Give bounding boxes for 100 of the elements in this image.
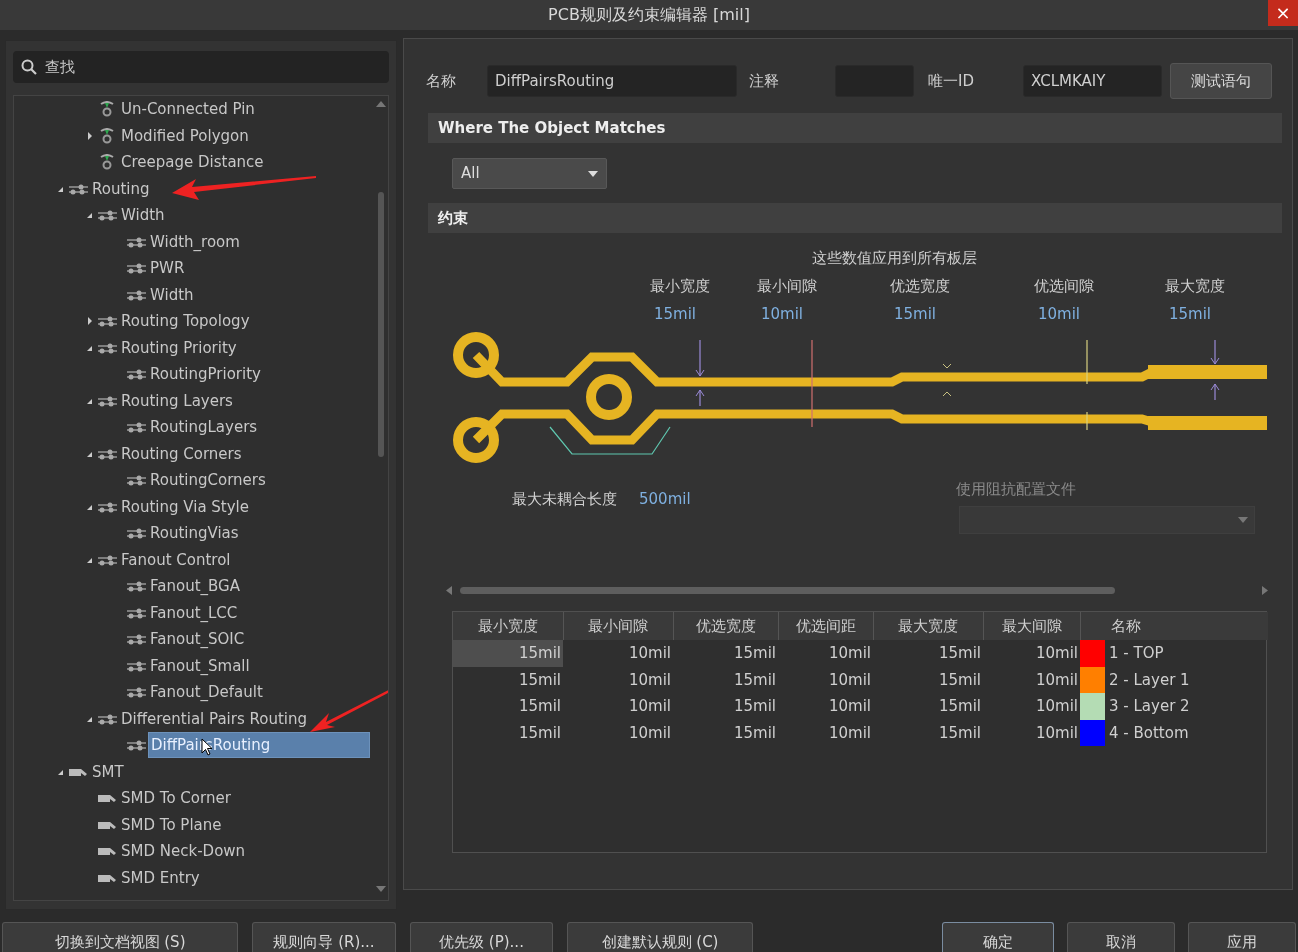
tree-item[interactable]: Fanout_Default <box>148 680 265 705</box>
tree-item[interactable]: Routing Via Style <box>119 494 251 519</box>
tree-item[interactable]: Fanout_BGA <box>148 574 242 599</box>
note-text: 这些数值应用到所有板层 <box>811 249 977 267</box>
id-label: 唯一ID <box>928 70 975 92</box>
scope-dropdown[interactable]: All <box>452 158 607 189</box>
table-cell: 1 - TOP <box>1105 640 1268 667</box>
table-cell: 4 - Bottom <box>1105 719 1268 746</box>
scroll-left-icon[interactable] <box>446 586 452 595</box>
scroll-up-icon[interactable] <box>376 101 386 107</box>
tree-item[interactable]: Width <box>148 282 196 307</box>
table-cell: 15mil <box>453 640 563 667</box>
table-cell: 10mil <box>563 666 673 693</box>
table-cell: 10mil <box>983 693 1080 720</box>
column-header[interactable]: 最大间隙 <box>983 612 1080 640</box>
tree-item[interactable]: Fanout Control <box>119 547 233 572</box>
tree-item[interactable]: Creepage Distance <box>119 150 266 175</box>
table-cell-text: 10mil <box>827 669 872 691</box>
tree-item[interactable]: Un-Connected Pin <box>119 97 257 122</box>
footer-button[interactable]: 切换到文档视图 (S) <box>2 922 238 952</box>
table-cell-text: 10mil <box>627 722 672 744</box>
dimension-value[interactable]: 15mil <box>654 304 696 323</box>
scroll-down-icon[interactable] <box>376 886 386 892</box>
table-cell: 10mil <box>983 640 1080 667</box>
dimension-label: 优选间隙 <box>1034 276 1094 295</box>
tree-item[interactable]: Modified Polygon <box>119 123 251 148</box>
tree-item[interactable]: Routing Topology <box>119 309 252 334</box>
table-cell: 3 - Layer 2 <box>1105 693 1268 720</box>
close-button[interactable]: × <box>1268 0 1298 26</box>
dimension-value[interactable]: 10mil <box>761 304 803 323</box>
tree-item[interactable]: Differential Pairs Routing <box>119 706 310 731</box>
impedance-label: 使用阻抗配置文件 <box>956 478 1077 500</box>
footer-button[interactable]: 确定 <box>942 922 1054 952</box>
tree-item[interactable]: RoutingPriority <box>148 362 263 387</box>
id-field[interactable]: XCLMKAIY <box>1023 65 1162 97</box>
comment-label: 注释 <box>749 70 780 92</box>
tree-item[interactable]: Fanout_LCC <box>148 600 240 625</box>
tree-item[interactable]: Routing Corners <box>119 441 244 466</box>
column-header[interactable]: 最小间隙 <box>563 612 673 640</box>
tree-item[interactable]: SMD Entry <box>119 865 202 890</box>
column-header[interactable]: 最小宽度 <box>453 612 563 640</box>
table-cell-text: 10mil <box>627 696 672 717</box>
column-header[interactable]: 优选间距 <box>778 612 873 640</box>
tree-item[interactable]: SMT <box>90 759 126 784</box>
table-cell-text: 15mil <box>937 696 982 717</box>
table-cell: 10mil <box>563 640 673 667</box>
column-header[interactable]: 最大宽度 <box>873 612 983 640</box>
dimension-value[interactable]: 15mil <box>894 304 936 323</box>
footer-button[interactable]: 规则向导 (R)... <box>252 922 396 952</box>
dimension-value[interactable]: 10mil <box>1038 304 1080 323</box>
tree-item[interactable]: RoutingCorners <box>148 468 268 493</box>
footer-button[interactable]: 取消 <box>1067 922 1175 952</box>
column-header[interactable]: 名称 <box>1080 612 1268 640</box>
tree-item[interactable]: Routing Priority <box>119 335 239 360</box>
dimension-label: 优选宽度 <box>890 276 950 295</box>
search-icon <box>21 59 37 75</box>
uncoupled-length-value[interactable]: 500mil <box>639 487 691 510</box>
table-cell-text: 10mil <box>827 722 872 744</box>
table-cell: 10mil <box>983 719 1080 746</box>
scroll-right-icon[interactable] <box>1262 586 1268 595</box>
dropdown-arrow-icon <box>1238 517 1248 523</box>
table-cell-text: 15mil <box>732 722 777 744</box>
footer-button[interactable]: 优先级 (P)... <box>410 922 553 952</box>
section-header: Where The Object Matches <box>428 113 1282 143</box>
name-field[interactable]: DiffPairsRouting <box>487 65 737 97</box>
dimension-label: 最小间隙 <box>757 276 817 295</box>
table-cell-text: 10mil <box>827 696 872 717</box>
table-cell: 10mil <box>983 666 1080 693</box>
table-cell-text: 15mil <box>937 669 982 691</box>
dimension-label: 最大宽度 <box>1165 276 1225 295</box>
tree-item[interactable]: RoutingLayers <box>148 415 260 440</box>
uncoupled-length-label: 最大未耦合长度 <box>512 488 617 510</box>
tree-item[interactable]: Fanout_Small <box>148 653 252 678</box>
table-cell: 10mil <box>778 640 873 667</box>
footer-button[interactable]: 应用 <box>1188 922 1296 952</box>
table-cell-text: 15mil <box>517 696 562 717</box>
table-cell: 15mil <box>453 666 563 693</box>
dropdown-arrow-icon <box>588 170 598 177</box>
column-header[interactable]: 优选宽度 <box>673 612 778 640</box>
tree-item[interactable]: SMD To Corner <box>119 786 233 811</box>
dimension-value[interactable]: 15mil <box>1169 304 1211 323</box>
table-cell-text: 15mil <box>517 722 562 744</box>
tree-item[interactable]: Routing <box>90 176 152 201</box>
dimension-label: 最小宽度 <box>650 276 710 295</box>
tree-item[interactable]: RoutingVias <box>148 521 241 546</box>
tree-item[interactable]: SMD To Plane <box>119 812 224 837</box>
tree-item[interactable]: Routing Layers <box>119 388 235 413</box>
test-button[interactable]: 测试语句 <box>1170 63 1272 99</box>
name-label: 名称 <box>426 70 457 92</box>
tree-item[interactable]: SMD Neck-Down <box>119 839 248 864</box>
table-cell-text: 15mil <box>732 696 777 717</box>
tree-item[interactable]: Fanout_SOIC <box>148 627 247 652</box>
tree-item[interactable]: Width_room <box>148 229 242 254</box>
table-cell-text: 15mil <box>937 722 982 744</box>
window-title: PCB规则及约束编辑器 [mil] <box>548 4 750 26</box>
footer-button[interactable]: 创建默认规则 (C) <box>567 922 753 952</box>
tree-item[interactable]: PWR <box>148 256 187 281</box>
scrollbar[interactable] <box>446 584 1268 596</box>
table-cell: 15mil <box>673 640 778 667</box>
tree-item[interactable]: Width <box>119 203 167 228</box>
